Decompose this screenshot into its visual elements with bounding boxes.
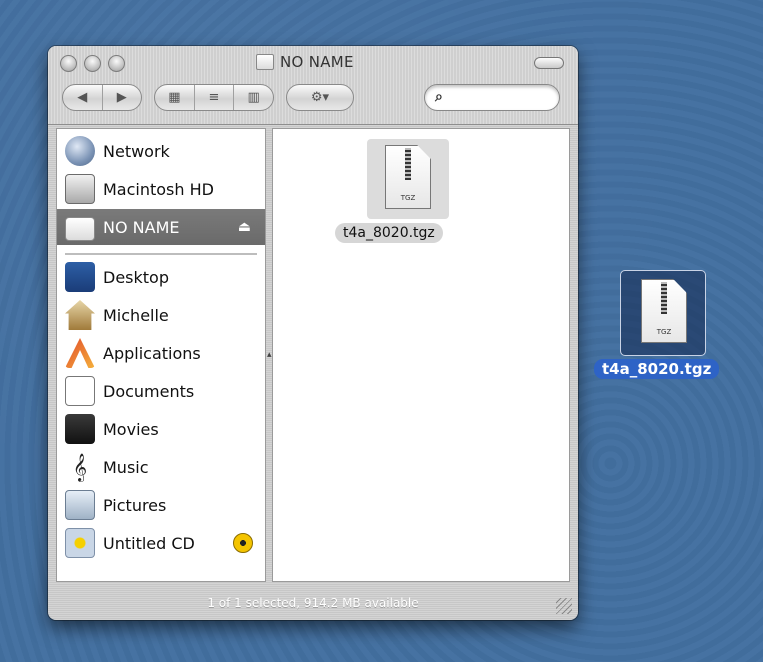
window-title: NO NAME: [280, 53, 354, 71]
zoom-button[interactable]: [108, 55, 125, 72]
close-button[interactable]: [60, 55, 77, 72]
sidebar-item-label: Music: [103, 457, 149, 477]
home-icon: [65, 300, 95, 330]
sidebar-item-label: Pictures: [103, 495, 167, 515]
list-view-button[interactable]: ≡: [195, 85, 235, 110]
back-button[interactable]: ◀: [63, 85, 103, 110]
search-icon: ⌕: [435, 89, 443, 105]
search-field[interactable]: ⌕: [424, 84, 560, 111]
desktop-file-item[interactable]: TGZ: [620, 270, 706, 356]
splitter-handle-icon: ▴: [267, 350, 272, 360]
view-segment: ▦ ≡ ▥: [154, 84, 274, 111]
cd-icon: [65, 528, 95, 558]
sidebar-item-michelle[interactable]: Michelle: [57, 297, 265, 333]
documents-icon: [65, 376, 95, 406]
file-item[interactable]: TGZ: [367, 139, 449, 219]
sidebar-item-label: Macintosh HD: [103, 179, 214, 199]
sidebar-item-pictures[interactable]: Pictures: [57, 487, 265, 523]
resize-handle[interactable]: [556, 598, 572, 614]
nav-segment: ◀ ▶: [62, 84, 142, 111]
window-title-wrap: NO NAME: [256, 53, 354, 71]
file-name-label[interactable]: t4a_8020.tgz: [335, 223, 443, 243]
sidebar-item-macintosh-hd[interactable]: Macintosh HD: [57, 171, 265, 207]
sidebar-item-label: Applications: [103, 343, 201, 363]
sidebar: Network Macintosh HD NO NAME ⏏ Desktop M…: [56, 128, 266, 582]
file-type-label: TGZ: [656, 328, 672, 336]
column-view-button[interactable]: ▥: [234, 85, 273, 110]
sidebar-item-untitled-cd[interactable]: Untitled CD: [57, 525, 265, 561]
title-bar[interactable]: NO NAME ◀ ▶ ▦ ≡ ▥ ⚙▾ ⌕: [48, 46, 578, 125]
tgz-file-icon: TGZ: [385, 145, 431, 209]
forward-button[interactable]: ▶: [103, 85, 142, 110]
sidebar-item-label: Movies: [103, 419, 159, 439]
finder-window: NO NAME ◀ ▶ ▦ ≡ ▥ ⚙▾ ⌕ Network Macintosh…: [48, 46, 578, 620]
pictures-icon: [65, 490, 95, 520]
sidebar-item-label: Documents: [103, 381, 195, 401]
sidebar-item-network[interactable]: Network: [57, 133, 265, 169]
zipper-icon: [405, 148, 411, 180]
applications-icon: [65, 338, 95, 368]
content-pane: TGZ t4a_8020.tgz: [272, 128, 570, 582]
sidebar-item-documents[interactable]: Documents: [57, 373, 265, 409]
drive-icon: [256, 54, 274, 70]
music-icon: 𝄞: [72, 453, 88, 481]
hard-drive-icon: [65, 174, 95, 204]
network-icon: [65, 136, 95, 166]
drive-icon: [65, 217, 95, 241]
desktop-file-name[interactable]: t4a_8020.tgz: [594, 359, 720, 379]
sidebar-item-label: Network: [103, 141, 170, 161]
sidebar-item-label: NO NAME: [103, 217, 180, 237]
sidebar-item-label: Desktop: [103, 267, 169, 287]
burn-icon[interactable]: [233, 533, 253, 553]
icon-view-button[interactable]: ▦: [155, 85, 195, 110]
status-text: 1 of 1 selected, 914.2 MB available: [207, 596, 419, 610]
sidebar-item-applications[interactable]: Applications: [57, 335, 265, 371]
sidebar-item-music[interactable]: 𝄞 Music: [57, 449, 265, 485]
sidebar-item-no-name[interactable]: NO NAME ⏏: [57, 209, 265, 245]
sidebar-item-movies[interactable]: Movies: [57, 411, 265, 447]
tgz-file-icon: TGZ: [641, 279, 687, 343]
gear-icon: ⚙▾: [310, 90, 330, 105]
sidebar-item-label: Untitled CD: [103, 533, 195, 553]
status-bar: 1 of 1 selected, 914.2 MB available: [48, 586, 578, 620]
sidebar-item-label: Michelle: [103, 305, 169, 325]
action-menu-button[interactable]: ⚙▾: [286, 84, 354, 111]
desktop-icon: [65, 262, 95, 292]
zipper-icon: [661, 282, 667, 314]
toolbar-toggle-button[interactable]: [534, 57, 564, 69]
eject-icon[interactable]: ⏏: [238, 219, 251, 235]
sidebar-divider: [65, 253, 257, 255]
file-type-label: TGZ: [400, 194, 416, 202]
minimize-button[interactable]: [84, 55, 101, 72]
movies-icon: [65, 414, 95, 444]
sidebar-item-desktop[interactable]: Desktop: [57, 259, 265, 295]
